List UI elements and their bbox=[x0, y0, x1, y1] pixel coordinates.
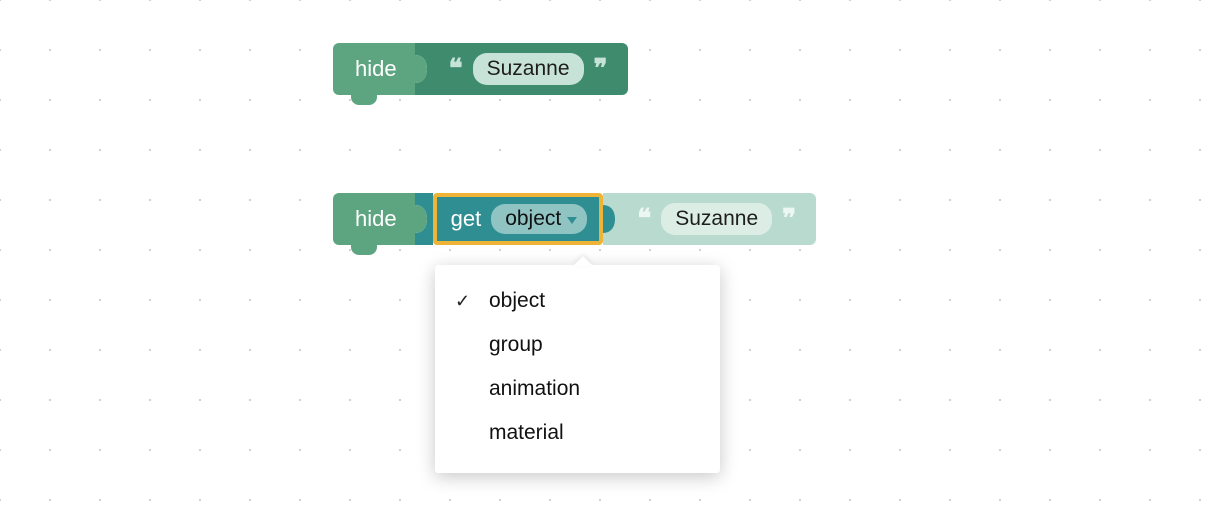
text-literal-block[interactable]: ❝ Suzanne ❞ bbox=[433, 43, 628, 95]
menu-item-label: object bbox=[489, 289, 545, 313]
menu-item-label: animation bbox=[489, 377, 580, 401]
close-quote-icon: ❞ bbox=[588, 56, 614, 82]
text-input[interactable]: Suzanne bbox=[473, 53, 584, 85]
get-label: get bbox=[451, 206, 482, 232]
menu-item-animation[interactable]: animation bbox=[435, 367, 720, 411]
check-icon: ✓ bbox=[455, 291, 489, 312]
get-block-selected[interactable]: get object bbox=[433, 193, 604, 245]
hide-block[interactable]: hide bbox=[333, 43, 415, 95]
block-notch bbox=[415, 43, 433, 95]
hide-block[interactable]: hide bbox=[333, 193, 415, 245]
menu-item-group[interactable]: group bbox=[435, 323, 720, 367]
menu-item-label: group bbox=[489, 333, 543, 357]
open-quote-icon: ❝ bbox=[443, 56, 469, 82]
hide-label: hide bbox=[355, 206, 397, 232]
menu-item-material[interactable]: material bbox=[435, 411, 720, 455]
type-dropdown[interactable]: object bbox=[491, 204, 587, 234]
block-notch bbox=[415, 193, 433, 245]
block-connector-nub bbox=[351, 93, 377, 105]
type-dropdown-menu[interactable]: ✓ object group animation material bbox=[435, 265, 720, 473]
close-quote-icon: ❞ bbox=[776, 206, 802, 232]
block-connector-nub bbox=[351, 243, 377, 255]
hide-label: hide bbox=[355, 56, 397, 82]
block-notch bbox=[603, 193, 621, 245]
workspace-canvas[interactable]: hide ❝ Suzanne ❞ hide get object bbox=[0, 0, 1210, 532]
menu-item-object[interactable]: ✓ object bbox=[435, 279, 720, 323]
block-hide-text[interactable]: hide ❝ Suzanne ❞ bbox=[333, 43, 628, 95]
text-input[interactable]: Suzanne bbox=[661, 203, 772, 235]
menu-item-label: material bbox=[489, 421, 564, 445]
block-hide-get-text[interactable]: hide get object ❝ Suzanne ❞ bbox=[333, 193, 816, 245]
chevron-down-icon bbox=[567, 217, 577, 224]
text-literal-block[interactable]: ❝ Suzanne ❞ bbox=[621, 193, 816, 245]
type-dropdown-value: object bbox=[505, 207, 561, 231]
open-quote-icon: ❝ bbox=[631, 206, 657, 232]
